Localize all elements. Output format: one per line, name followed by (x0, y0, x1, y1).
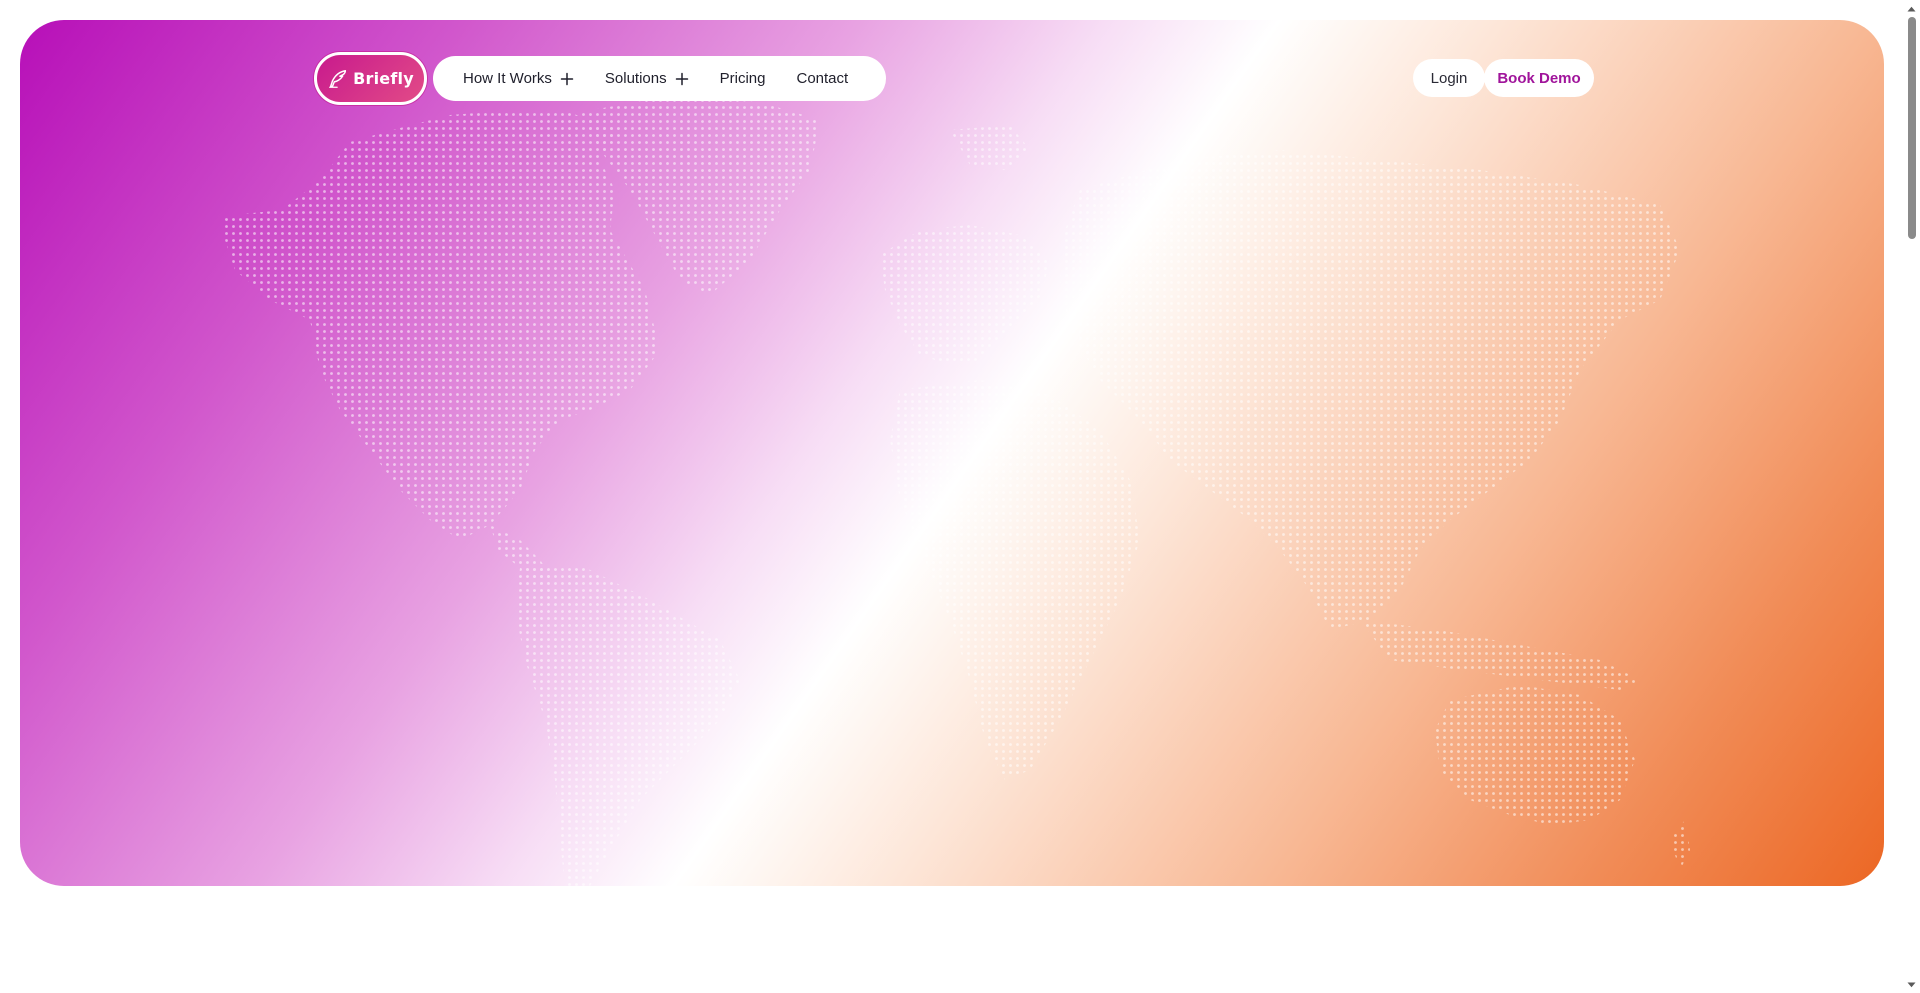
nav-item-label: How It Works (463, 70, 552, 87)
brand-name: Briefly (353, 69, 414, 88)
nav-item-label: Solutions (604, 70, 667, 87)
nav-item-contact[interactable]: Contact (796, 70, 848, 87)
quill-icon (329, 69, 347, 88)
book-demo-button[interactable]: Book Demo (1484, 59, 1594, 97)
plus-icon (675, 72, 688, 85)
nav-item-label: Contact (796, 70, 849, 87)
nav-item-pricing[interactable]: Pricing (720, 70, 766, 87)
page-scrollbar[interactable] (1903, 0, 1920, 993)
nav-item-label: Pricing (719, 70, 766, 87)
nav-item-how-it-works[interactable]: How It Works (463, 70, 574, 87)
hero-section: Briefly How It Works Solutions Pricing C… (20, 20, 1884, 886)
plus-icon (560, 72, 574, 85)
brand-logo-button[interactable]: Briefly (314, 52, 427, 105)
login-button[interactable]: Login (1413, 59, 1485, 97)
page: Briefly How It Works Solutions Pricing C… (0, 0, 1920, 993)
scroll-up-arrow-icon[interactable] (1903, 0, 1920, 17)
world-map-background (223, 98, 1690, 886)
nav-item-solutions[interactable]: Solutions (605, 70, 689, 87)
scroll-down-arrow-icon[interactable] (1903, 976, 1920, 993)
scrollbar-thumb[interactable] (1908, 17, 1916, 239)
main-nav: How It Works Solutions Pricing Contact (433, 56, 886, 101)
